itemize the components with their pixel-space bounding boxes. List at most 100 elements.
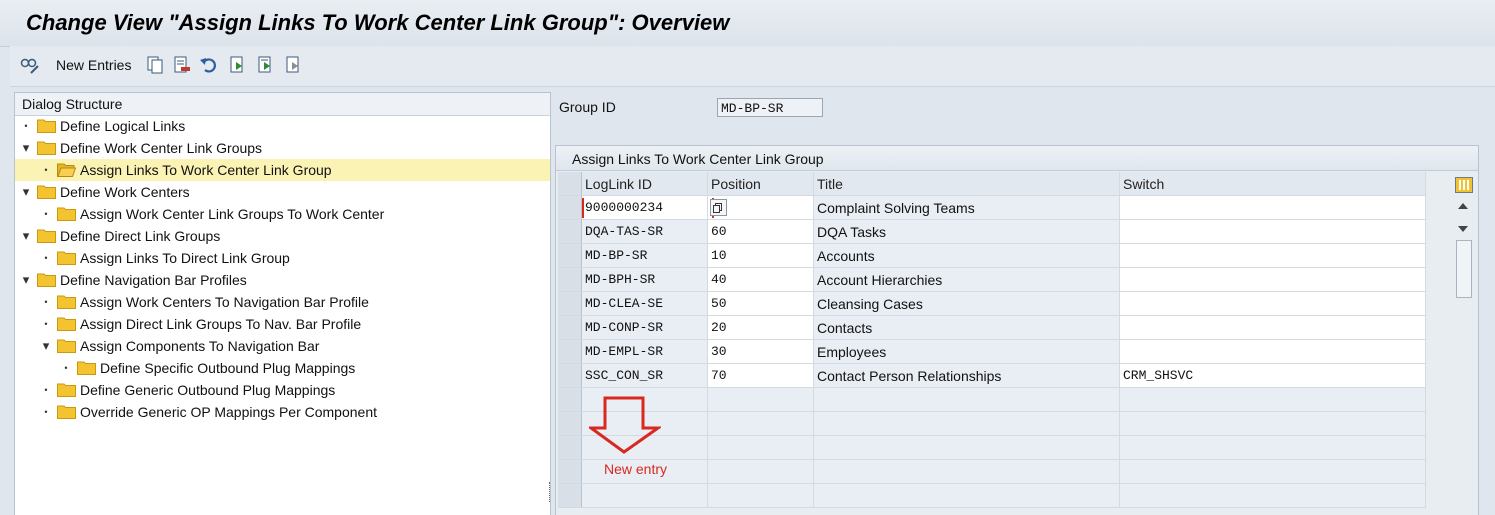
title-cell: Contacts <box>814 316 1120 340</box>
value-help-icon[interactable] <box>710 199 727 216</box>
switch-cell <box>1120 316 1426 340</box>
position-cell[interactable]: 30 <box>708 340 814 364</box>
expand-arrow-icon[interactable]: ▾ <box>41 335 51 357</box>
position-cell[interactable]: 10 <box>708 244 814 268</box>
table-vertical-scrollbar[interactable] <box>1453 172 1475 514</box>
tree-node-label: Define Logical Links <box>60 118 186 134</box>
row-selector[interactable] <box>558 292 582 316</box>
loglink-id-cell: MD-CONP-SR <box>582 316 708 340</box>
tree-node[interactable]: • Define Generic Outbound Plug Mappings <box>15 379 395 401</box>
tree-node[interactable]: ▾ Define Work Center Link Groups <box>15 137 375 159</box>
column-header-switch[interactable]: Switch <box>1120 172 1426 196</box>
delete-icon[interactable] <box>172 55 192 75</box>
table-row[interactable]: SSC_CON_SR 70 Contact Person Relationships… <box>558 364 1428 388</box>
select-block-icon[interactable] <box>256 55 276 75</box>
row-selector[interactable] <box>558 460 582 484</box>
leaf-dot-icon: • <box>44 165 48 175</box>
folder-icon <box>57 207 76 221</box>
tree-node-label: Assign Components To Navigation Bar <box>80 338 320 354</box>
tree-node[interactable]: • Override Generic OP Mappings Per Compon… <box>15 401 395 423</box>
row-selector[interactable] <box>558 268 582 292</box>
row-selector[interactable] <box>558 220 582 244</box>
table-row[interactable]: DQA-TAS-SR 60 DQA Tasks <box>558 220 1428 244</box>
scroll-up-icon[interactable] <box>1458 203 1468 209</box>
loglink-id-cell: MD-CLEA-SE <box>582 292 708 316</box>
empty-table-row[interactable] <box>558 388 1428 412</box>
row-selector[interactable] <box>558 484 582 508</box>
tree-node[interactable]: • Assign Direct Link Groups To Nav. Bar P… <box>15 313 395 335</box>
glasses-pencil-icon[interactable] <box>20 55 40 75</box>
position-cell[interactable]: 20 <box>708 316 814 340</box>
loglink-id-cell[interactable]: 9000000234 <box>582 196 708 220</box>
tree-node[interactable]: • Assign Work Centers To Navigation Bar P… <box>15 291 395 313</box>
row-selector[interactable] <box>558 412 582 436</box>
deselect-all-icon[interactable] <box>284 55 304 75</box>
empty-cell <box>814 484 1120 508</box>
group-id-field[interactable]: MD-BP-SR <box>717 98 823 117</box>
expand-arrow-icon[interactable]: ▾ <box>21 137 31 159</box>
row-selector[interactable] <box>558 244 582 268</box>
new-entries-button[interactable]: New Entries <box>56 57 131 73</box>
scroll-down-icon[interactable] <box>1458 226 1468 232</box>
tree-node-label: Override Generic OP Mappings Per Compone… <box>80 404 377 420</box>
expand-arrow-icon[interactable]: ▾ <box>21 225 31 247</box>
tree-node[interactable]: ▾ Define Navigation Bar Profiles <box>15 269 375 291</box>
tree-node[interactable]: • Define Logical Links <box>15 115 375 137</box>
empty-table-row[interactable] <box>558 436 1428 460</box>
switch-cell <box>1120 196 1426 220</box>
dialog-structure-panel: Dialog Structure • Define Logical Links ▾ D… <box>14 92 551 515</box>
tree-node-label: Define Work Centers <box>60 184 190 200</box>
table-row[interactable]: MD-CLEA-SE 50 Cleansing Cases <box>558 292 1428 316</box>
column-settings-icon[interactable] <box>1455 177 1473 193</box>
panel-splitter[interactable] <box>549 482 552 502</box>
position-cell[interactable]: 50 <box>708 292 814 316</box>
page-title: Change View "Assign Links To Work Center… <box>26 10 730 35</box>
empty-cell <box>708 388 814 412</box>
new-entry-annotation: New entry <box>604 461 668 477</box>
row-selector[interactable] <box>558 388 582 412</box>
empty-table-row[interactable] <box>558 412 1428 436</box>
tree-node[interactable]: • Assign Links To Work Center Link Group <box>15 159 550 181</box>
position-cell[interactable]: 40 <box>708 268 814 292</box>
column-header-position[interactable]: Position <box>708 172 814 196</box>
title-cell: Contact Person Relationships <box>814 364 1120 388</box>
row-selector[interactable] <box>558 196 582 220</box>
expand-arrow-icon[interactable]: ▾ <box>21 181 31 203</box>
row-selector[interactable] <box>558 436 582 460</box>
dialog-structure-header: Dialog Structure <box>15 93 550 116</box>
tree-node[interactable]: ▾ Define Direct Link Groups <box>15 225 375 247</box>
table-row[interactable]: MD-BP-SR 10 Accounts <box>558 244 1428 268</box>
loglink-id-cell: SSC_CON_SR <box>582 364 708 388</box>
empty-cell <box>1120 436 1426 460</box>
row-selector[interactable] <box>558 340 582 364</box>
table-row[interactable]: MD-EMPL-SR 30 Employees <box>558 340 1428 364</box>
table-row[interactable]: MD-BPH-SR 40 Account Hierarchies <box>558 268 1428 292</box>
empty-cell <box>814 412 1120 436</box>
row-selector[interactable] <box>558 364 582 388</box>
leaf-dot-icon: • <box>64 363 68 373</box>
tree-node[interactable]: ▾ Define Work Centers <box>15 181 375 203</box>
empty-table-row[interactable] <box>558 460 1428 484</box>
select-all-icon[interactable] <box>228 55 248 75</box>
tree-node[interactable]: ▾ Assign Components To Navigation Bar <box>15 335 395 357</box>
copy-icon[interactable] <box>145 55 165 75</box>
table-row[interactable]: 9000000234 Complaint Solving Teams <box>558 196 1428 220</box>
tree-node-label: Assign Work Center Link Groups To Work C… <box>80 206 385 222</box>
title-bar: Change View "Assign Links To Work Center… <box>0 0 1495 47</box>
position-cell[interactable]: 60 <box>708 220 814 244</box>
column-header-loglink-id[interactable]: LogLink ID <box>582 172 708 196</box>
empty-cell <box>1120 388 1426 412</box>
expand-arrow-icon[interactable]: ▾ <box>21 269 31 291</box>
scroll-thumb[interactable] <box>1456 240 1472 298</box>
row-selector[interactable] <box>558 316 582 340</box>
tree-node[interactable]: • Assign Links To Direct Link Group <box>15 247 395 269</box>
select-all-corner[interactable] <box>558 172 582 196</box>
undo-icon[interactable] <box>199 55 219 75</box>
leaf-dot-icon: • <box>24 121 28 131</box>
empty-table-row[interactable] <box>558 484 1428 508</box>
column-header-title[interactable]: Title <box>814 172 1120 196</box>
tree-node[interactable]: • Assign Work Center Link Groups To Work … <box>15 203 395 225</box>
tree-node[interactable]: • Define Specific Outbound Plug Mappings <box>15 357 379 379</box>
table-row[interactable]: MD-CONP-SR 20 Contacts <box>558 316 1428 340</box>
position-cell[interactable]: 70 <box>708 364 814 388</box>
